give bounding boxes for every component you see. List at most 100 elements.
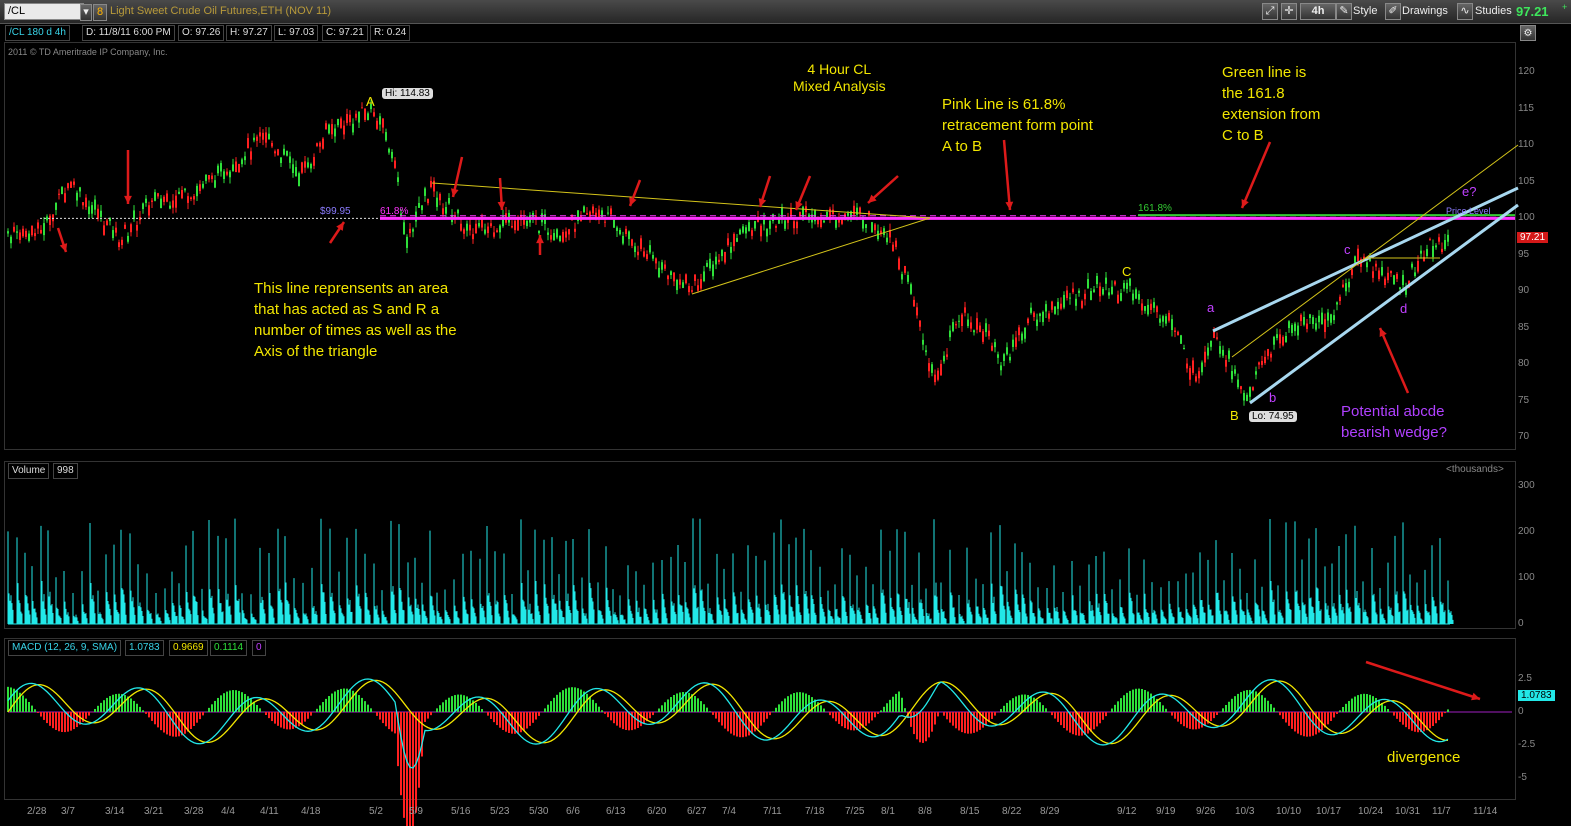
candle-body	[643, 251, 645, 257]
candle-body	[1336, 302, 1338, 305]
candle-body	[37, 222, 39, 229]
candle-body	[697, 285, 699, 291]
annotation-green-line1: Green line is	[1222, 64, 1307, 81]
candle-body	[583, 206, 585, 212]
candle-body	[1429, 238, 1431, 240]
candle-body	[796, 221, 798, 229]
candle-body	[271, 143, 273, 147]
candle-body	[1060, 303, 1062, 309]
candle-body	[514, 220, 516, 231]
candle-body	[487, 226, 489, 234]
time-tick: 10/17	[1316, 806, 1342, 817]
candle-body	[61, 187, 63, 195]
candle-body	[352, 123, 354, 133]
candle-body	[496, 230, 498, 233]
candle-body	[826, 212, 828, 217]
time-tick: 11/14	[1473, 806, 1498, 817]
low-badge: Lo: 74.95	[1249, 411, 1297, 422]
candle-body	[685, 274, 687, 284]
wave-label-B: B	[1230, 408, 1239, 423]
candle-body	[673, 272, 675, 282]
candle-body	[655, 258, 657, 264]
candle-body	[364, 108, 366, 120]
candle-body	[712, 264, 714, 277]
candle-body	[40, 229, 42, 234]
price-chart-svg[interactable]	[0, 0, 1571, 826]
price-tick: 105	[1518, 175, 1535, 187]
candle-body	[937, 370, 939, 380]
candle-body	[595, 212, 597, 218]
volume-unit: <thousands>	[1446, 464, 1504, 475]
candle-body	[241, 159, 243, 165]
candle-body	[1012, 339, 1014, 347]
annotation-axis-line1: This line reprensents an area	[254, 280, 449, 297]
candle-body	[202, 183, 204, 188]
candle-body	[1372, 271, 1374, 278]
volume-tick: 300	[1518, 480, 1535, 491]
candle-body	[1303, 316, 1305, 325]
candle-body	[172, 200, 174, 208]
time-tick: 10/3	[1235, 806, 1255, 817]
candle-body	[169, 205, 171, 209]
candle-body	[1123, 282, 1125, 289]
candle-body	[1015, 337, 1017, 347]
candle-body	[1138, 294, 1140, 300]
candle-body	[334, 128, 336, 137]
time-tick: 5/2	[369, 806, 383, 817]
candle-body	[1351, 269, 1353, 276]
candle-body	[25, 230, 27, 237]
candle-body	[964, 307, 966, 313]
candle-body	[28, 233, 30, 241]
price-tick: 80	[1518, 358, 1530, 369]
candle-body	[1396, 273, 1398, 279]
annotation-pink-line1: Pink Line is 61.8%	[942, 96, 1066, 113]
candle-body	[562, 231, 564, 242]
red-arrow	[1240, 141, 1272, 209]
candle-body	[793, 221, 795, 229]
candle-body	[781, 207, 783, 219]
candle-body	[280, 157, 282, 164]
candle-body	[1201, 362, 1203, 373]
candle-body	[1054, 306, 1056, 314]
candle-body	[754, 221, 756, 229]
candle-body	[340, 118, 342, 128]
candle-body	[1273, 336, 1275, 345]
candle-body	[268, 133, 270, 140]
candle-body	[1072, 288, 1074, 293]
candle-body	[1093, 289, 1095, 293]
candle-body	[253, 137, 255, 141]
time-tick: 8/8	[918, 806, 932, 817]
volume-label[interactable]: Volume	[8, 463, 50, 479]
macd-diff: 0.1114	[210, 640, 248, 656]
candle-body	[94, 199, 96, 210]
annotation-title: 4 Hour CL Mixed Analysis	[793, 61, 886, 95]
candle-body	[421, 205, 423, 211]
candle-body	[208, 174, 210, 180]
candle-body	[1354, 256, 1356, 263]
candle-body	[1192, 360, 1194, 373]
candle-body	[331, 124, 333, 135]
candle-body	[412, 229, 414, 232]
candle-body	[463, 229, 465, 234]
candle-body	[1327, 312, 1329, 321]
candle-body	[1033, 312, 1035, 318]
candle-body	[862, 218, 864, 229]
candle-body	[391, 151, 393, 159]
macd-label[interactable]: MACD (12, 26, 9, SMA)	[8, 640, 122, 656]
time-tick: 7/25	[845, 806, 865, 817]
candle-body	[925, 350, 927, 353]
candle-body	[445, 207, 447, 214]
candle-body	[298, 173, 300, 187]
candle-body	[43, 223, 45, 236]
candle-body	[1378, 270, 1380, 280]
candle-body	[220, 163, 222, 172]
candle-body	[1147, 304, 1149, 315]
candle-body	[304, 161, 306, 168]
candle-body	[1165, 316, 1167, 324]
candle-body	[1294, 323, 1296, 332]
candle-body	[721, 250, 723, 257]
candle-body	[1090, 291, 1092, 300]
candle-body	[187, 196, 189, 203]
candle-body	[1279, 334, 1281, 344]
candle-body	[244, 156, 246, 161]
